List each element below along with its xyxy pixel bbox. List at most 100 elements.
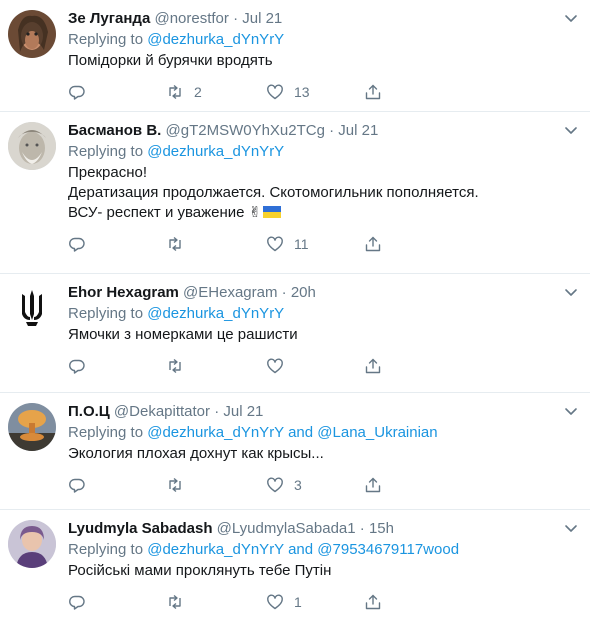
share-button[interactable]: [364, 592, 382, 612]
replying-to: Replying to @dezhurka_dYnYrY: [68, 304, 578, 324]
like-button[interactable]: [266, 356, 294, 376]
share-button[interactable]: [364, 475, 382, 495]
display-name[interactable]: Ehor Hexagram: [68, 284, 179, 301]
timestamp[interactable]: 15h: [369, 520, 394, 537]
replying-label: Replying to: [68, 31, 144, 48]
tweet[interactable]: Зе Луганда @norestfor · Jul 21 Replying …: [0, 0, 590, 112]
replying-to: Replying to @dezhurka_dYnYrY and @Lana_U…: [68, 423, 578, 443]
display-name[interactable]: Зе Луганда: [68, 10, 150, 27]
user-handle[interactable]: @norestfor: [154, 10, 228, 27]
mention-link[interactable]: @dezhurka_dYnYrY: [147, 541, 284, 558]
retweet-icon: [169, 84, 181, 100]
tweet-header: П.О.Ц @Dekapittator · Jul 21: [68, 402, 578, 422]
user-handle[interactable]: @Dekapittator: [114, 403, 210, 420]
reply-icon: [69, 237, 85, 252]
display-name[interactable]: П.О.Ц: [68, 403, 110, 420]
reply-button[interactable]: [68, 475, 96, 495]
user-handle[interactable]: @gT2MSW0YhXu2TCg: [166, 122, 325, 139]
like-button[interactable]: 3: [266, 475, 302, 495]
reply-button[interactable]: [68, 82, 96, 102]
like-button[interactable]: 13: [266, 82, 310, 102]
chevron-down-icon[interactable]: [562, 402, 580, 420]
share-icon: [365, 594, 381, 610]
replying-label: Replying to: [68, 305, 144, 322]
reply-button[interactable]: [68, 356, 96, 376]
user-handle[interactable]: @LyudmylaSabada1: [217, 520, 356, 537]
mention-link[interactable]: @dezhurka_dYnYrY: [147, 31, 284, 48]
heart-icon: [267, 84, 283, 100]
avatar[interactable]: [8, 284, 56, 332]
tweet-feed: Зе Луганда @norestfor · Jul 21 Replying …: [0, 0, 590, 626]
separator-dot: ·: [233, 10, 239, 27]
share-icon: [365, 84, 381, 100]
mention-link[interactable]: @Lana_Ukrainian: [317, 424, 437, 441]
tweet-actions: 11: [68, 228, 578, 266]
avatar[interactable]: [8, 122, 56, 170]
share-button[interactable]: [364, 82, 382, 102]
share-button[interactable]: [364, 356, 382, 376]
mention-link[interactable]: @dezhurka_dYnYrY: [147, 305, 284, 322]
tweet-actions: 2 13: [68, 76, 578, 114]
reply-icon: [69, 359, 85, 374]
retweet-button[interactable]: [166, 234, 194, 254]
timestamp[interactable]: Jul 21: [223, 403, 263, 420]
display-name[interactable]: Басманов В.: [68, 122, 161, 139]
heart-icon: [267, 358, 283, 374]
chevron-down-icon[interactable]: [562, 121, 580, 139]
reply-button[interactable]: [68, 234, 96, 254]
tweet[interactable]: Lyudmyla Sabadash @LyudmylaSabada1 · 15h…: [0, 510, 590, 626]
separator-dot: ·: [281, 284, 287, 301]
share-button[interactable]: [364, 234, 382, 254]
separator-dot: ·: [329, 122, 335, 139]
display-name[interactable]: Lyudmyla Sabadash: [68, 520, 213, 537]
chevron-down-icon[interactable]: [562, 9, 580, 27]
reply-button[interactable]: [68, 592, 96, 612]
tweet-header: Басманов В. @gT2MSW0YhXu2TCg · Jul 21: [68, 121, 578, 141]
mention-link[interactable]: @79534679117wood: [317, 541, 459, 558]
tweet-text: Ямочки з номерками це рашисти: [68, 325, 578, 345]
tweet-header: Ehor Hexagram @EHexagram · 20h: [68, 283, 578, 303]
tweet-header: Lyudmyla Sabadash @LyudmylaSabada1 · 15h: [68, 519, 578, 539]
retweet-icon: [169, 358, 181, 374]
timestamp[interactable]: Jul 21: [338, 122, 378, 139]
tweet-text-line: ВСУ- респект и уважение ✌: [68, 203, 578, 223]
avatar[interactable]: [8, 520, 56, 568]
like-button[interactable]: 11: [266, 234, 309, 254]
tweet[interactable]: Басманов В. @gT2MSW0YhXu2TCg · Jul 21 Re…: [0, 112, 590, 274]
heart-icon: [267, 594, 283, 610]
ukraine-flag-icon: [263, 206, 282, 218]
tweet-text-line: Ямочки з номерками це рашисти: [68, 326, 298, 343]
like-count: 11: [294, 236, 309, 252]
mention-link[interactable]: @dezhurka_dYnYrY: [147, 424, 284, 441]
tweet-actions: [68, 350, 578, 388]
tweet[interactable]: П.О.Ц @Dekapittator · Jul 21 Replying to…: [0, 393, 590, 510]
replying-label: Replying to: [68, 541, 144, 558]
replying-conjunction: and: [288, 424, 314, 441]
retweet-button[interactable]: [166, 356, 194, 376]
tweet-actions: 3: [68, 469, 578, 507]
tweet-text-line: Дератизация продолжается. Скотомогильник…: [68, 184, 479, 201]
retweet-button[interactable]: 2: [166, 82, 202, 102]
user-handle[interactable]: @EHexagram: [183, 284, 277, 301]
chevron-down-icon[interactable]: [562, 519, 580, 537]
replying-to: Replying to @dezhurka_dYnYrY: [68, 142, 578, 162]
tweet-header: Зе Луганда @norestfor · Jul 21: [68, 9, 578, 29]
like-count: 3: [294, 477, 302, 493]
timestamp[interactable]: 20h: [291, 284, 316, 301]
retweet-count: 2: [194, 84, 202, 100]
retweet-button[interactable]: [166, 592, 194, 612]
mention-link[interactable]: @dezhurka_dYnYrY: [147, 143, 284, 160]
chevron-down-icon[interactable]: [562, 283, 580, 301]
avatar[interactable]: [8, 10, 56, 58]
heart-icon: [267, 477, 283, 493]
retweet-button[interactable]: [166, 475, 194, 495]
tweet[interactable]: Ehor Hexagram @EHexagram · 20h Replying …: [0, 274, 590, 393]
reply-icon: [69, 595, 85, 610]
like-button[interactable]: 1: [266, 592, 302, 612]
timestamp[interactable]: Jul 21: [242, 10, 282, 27]
like-count: 1: [294, 594, 302, 610]
tweet-text-line: Экология плохая дохнут как крысы...: [68, 445, 324, 462]
avatar[interactable]: [8, 403, 56, 451]
tweet-text-line: Прекрасно!: [68, 164, 148, 181]
retweet-icon: [169, 236, 181, 252]
